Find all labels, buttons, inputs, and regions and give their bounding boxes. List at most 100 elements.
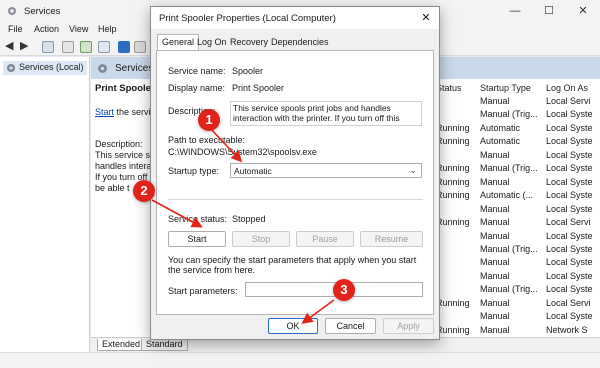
cell-status: Running: [436, 190, 470, 201]
cell-startup: Manual: [480, 149, 510, 160]
start-button[interactable]: Start: [168, 231, 226, 247]
ok-button[interactable]: OK: [268, 318, 318, 334]
cell-status: Running: [436, 297, 470, 308]
tab-dependencies[interactable]: Dependencies: [267, 35, 333, 50]
cell-startup: Manual: [480, 203, 510, 214]
cell-logon: Local Syste: [546, 243, 593, 254]
cell-startup: Manual: [480, 297, 510, 308]
refresh-icon[interactable]: [80, 41, 92, 53]
description-text: This service spools print jobs and handl…: [230, 101, 422, 126]
tree-node-services-local[interactable]: Services (Local): [3, 61, 87, 75]
cell-status: Running: [436, 324, 470, 335]
services-gear-icon: [8, 7, 16, 15]
export-list-icon[interactable]: [98, 41, 110, 53]
menu-help[interactable]: Help: [98, 24, 117, 34]
cell-logon: Network S: [546, 324, 588, 335]
cell-startup: Manual: [480, 230, 510, 241]
cell-logon: Local Syste: [546, 270, 593, 281]
cell-startup: Manual: [480, 217, 510, 228]
cell-startup: Automatic: [480, 136, 521, 147]
pause-button[interactable]: Pause: [296, 231, 354, 247]
path-label: Path to executable:: [168, 135, 246, 145]
startup-type-label: Startup type:: [168, 166, 220, 176]
cell-logon: Local Servi: [546, 217, 591, 228]
properties-dialog: Print Spooler Properties (Local Computer…: [150, 6, 440, 340]
cell-startup: Manual: [480, 257, 510, 268]
path-value: C:\WINDOWS\System32\spoolsv.exe: [168, 147, 317, 157]
cell-status: Running: [436, 136, 470, 147]
cell-status: Running: [436, 163, 470, 174]
cell-logon: Local Syste: [546, 190, 593, 201]
gear-icon: [7, 64, 15, 72]
startup-type-select[interactable]: Automatic ⌄: [230, 163, 422, 178]
menu-file[interactable]: File: [8, 24, 23, 34]
apply-button[interactable]: Apply: [383, 318, 434, 334]
service-status-value: Stopped: [232, 214, 266, 224]
back-arrow-icon[interactable]: ◀: [5, 41, 17, 53]
stop-button[interactable]: Stop: [232, 231, 290, 247]
forward-arrow-icon[interactable]: ▶: [20, 41, 32, 53]
menu-view[interactable]: View: [69, 24, 88, 34]
tab-extended[interactable]: Extended: [97, 339, 146, 351]
general-tab-panel: Service name: Spooler Display name: Prin…: [156, 50, 434, 315]
column-startup-type[interactable]: Startup Type: [480, 83, 531, 93]
cell-startup: Manual: [480, 96, 510, 106]
startup-type-value: Automatic: [234, 166, 272, 176]
cell-logon: Local Syste: [546, 176, 593, 187]
tab-log-on[interactable]: Log On: [193, 35, 231, 50]
cell-status: Running: [436, 122, 470, 133]
cell-startup: Automatic: [480, 122, 521, 133]
cell-startup: Manual (Trig...: [480, 109, 538, 120]
close-icon[interactable]: ✕: [419, 11, 433, 25]
status-bar: [0, 352, 600, 368]
cell-startup: Manual: [480, 270, 510, 281]
cell-startup: Manual (Trig...: [480, 163, 538, 174]
cell-logon: Local Syste: [546, 136, 593, 147]
help-icon[interactable]: [118, 41, 130, 53]
menu-action[interactable]: Action: [34, 24, 59, 34]
cell-logon: Local Syste: [546, 109, 593, 120]
cell-startup: Manual: [480, 311, 510, 322]
mmc-icon[interactable]: [134, 41, 146, 53]
cell-logon: Local Servi: [546, 297, 591, 308]
cell-logon: Local Syste: [546, 284, 593, 295]
window-title: Services: [24, 6, 61, 17]
properties-icon[interactable]: [62, 41, 74, 53]
cell-logon: Local Syste: [546, 311, 593, 322]
service-name-label: Service name:: [168, 66, 226, 76]
annotation-badge-2: 2: [133, 180, 155, 202]
gear-icon: [98, 64, 107, 73]
console-tree-icon[interactable]: [42, 41, 54, 53]
cell-startup: Manual: [480, 176, 510, 187]
service-status-label: Service status:: [168, 214, 228, 224]
cell-logon: Local Syste: [546, 163, 593, 174]
cancel-button[interactable]: Cancel: [325, 318, 376, 334]
cell-logon: Local Syste: [546, 149, 593, 160]
cell-startup: Manual (Trig...: [480, 243, 538, 254]
cell-logon: Local Syste: [546, 122, 593, 133]
cell-startup: Manual (Trig...: [480, 284, 538, 295]
maximize-icon[interactable]: ☐: [532, 0, 566, 22]
column-logon-as[interactable]: Log On As: [546, 83, 588, 93]
tree-node-label: Services (Local): [19, 62, 84, 72]
dialog-title: Print Spooler Properties (Local Computer…: [159, 13, 336, 24]
tab-recovery[interactable]: Recovery: [226, 35, 272, 50]
annotation-badge-1: 1: [198, 109, 220, 131]
console-tree: Services (Local): [0, 57, 90, 352]
cell-startup: Manual: [480, 324, 510, 335]
resume-button[interactable]: Resume: [360, 231, 423, 247]
start-params-hint: You can specify the start parameters tha…: [168, 255, 417, 275]
cell-status: Running: [436, 176, 470, 187]
cell-status: Running: [436, 217, 470, 228]
cell-startup: Automatic (...: [480, 190, 534, 201]
tab-standard[interactable]: Standard: [141, 339, 188, 351]
service-name-value: Spooler: [232, 66, 264, 76]
cell-logon: Local Syste: [546, 203, 593, 214]
minimize-icon[interactable]: —: [498, 0, 532, 22]
cell-logon: Local Servi: [546, 96, 591, 106]
display-name-value: Print Spooler: [232, 83, 285, 93]
dialog-titlebar: Print Spooler Properties (Local Computer…: [151, 7, 439, 29]
close-window-icon[interactable]: ✕: [566, 0, 600, 22]
annotation-badge-3: 3: [333, 279, 355, 301]
chevron-down-icon: ⌄: [409, 165, 417, 175]
